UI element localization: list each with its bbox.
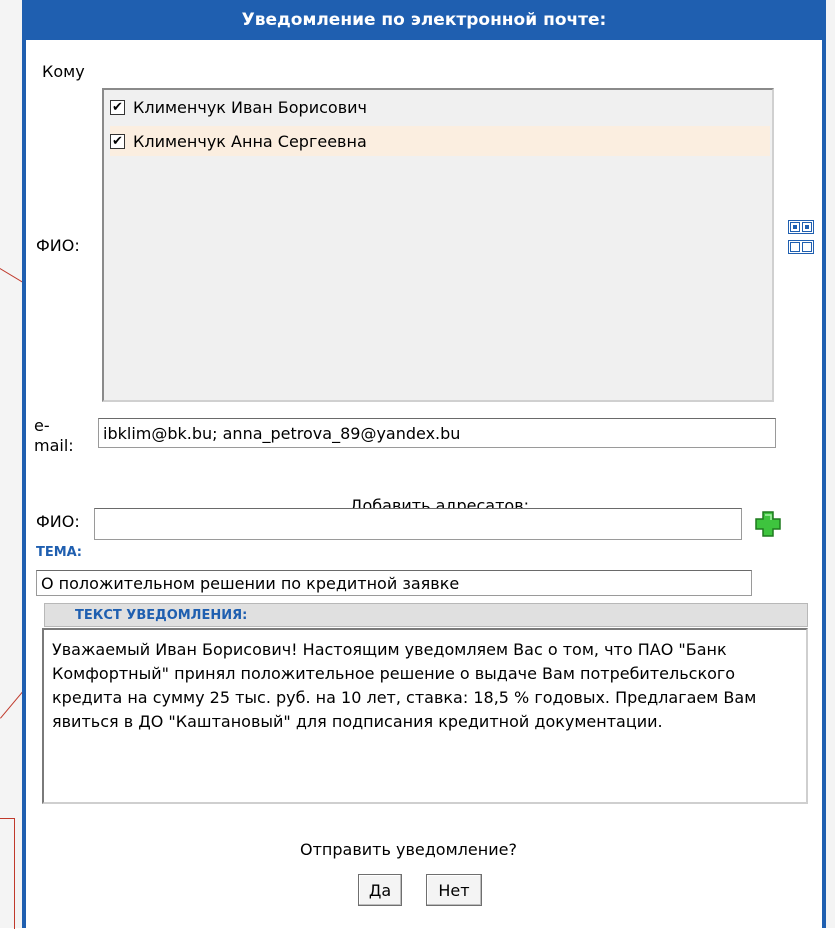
recipient-checkbox-2[interactable]: ✔ — [110, 133, 125, 149]
recipient-row-1[interactable]: ✔ Клименчук Иван Борисович — [110, 92, 770, 122]
email-field[interactable]: ibklim@bk.bu; anna_petrova_89@yandex.bu — [98, 418, 776, 448]
recipients-listbox[interactable]: ✔ Клименчук Иван Борисович ✔ Клименчук А… — [102, 88, 774, 402]
recipient-name-2: Клименчук Анна Сергеевна — [133, 131, 367, 151]
email-notification-dialog: Уведомление по электронной почте: Кому Ф… — [22, 0, 826, 928]
to-label: Кому — [42, 62, 85, 81]
add-fio-label: ФИО: — [36, 512, 80, 531]
plus-icon[interactable] — [754, 510, 782, 538]
subject-label: ТЕМА: — [36, 545, 82, 560]
recipient-name-1: Клименчук Иван Борисович — [133, 97, 367, 117]
dialog-title: Уведомление по электронной почте: — [26, 0, 822, 40]
message-label-bar: ТЕКСТ УВЕДОМЛЕНИЯ: — [44, 603, 808, 627]
deselect-all-grid-icon[interactable] — [788, 240, 814, 254]
message-textarea[interactable]: Уважаемый Иван Борисович! Настоящим увед… — [42, 628, 808, 804]
recipient-row-2[interactable]: ✔ Клименчук Анна Сергеевна — [110, 126, 770, 156]
add-fio-input[interactable] — [94, 508, 742, 540]
message-label: ТЕКСТ УВЕДОМЛЕНИЯ: — [75, 607, 248, 623]
confirm-question: Отправить уведомление? — [300, 840, 517, 859]
background-panel-right — [826, 0, 835, 928]
recipient-checkbox-1[interactable]: ✔ — [110, 99, 125, 115]
select-all-grid-icon[interactable] — [788, 220, 814, 234]
no-button[interactable]: Нет — [426, 874, 482, 906]
fio-label: ФИО: — [36, 236, 80, 255]
subject-input[interactable]: О положительном решении по кредитной зая… — [36, 570, 752, 596]
annotation-bracket — [0, 818, 15, 929]
yes-button[interactable]: Да — [358, 874, 402, 906]
background-panel-left — [0, 0, 23, 928]
email-label: e-mail: — [34, 416, 74, 455]
